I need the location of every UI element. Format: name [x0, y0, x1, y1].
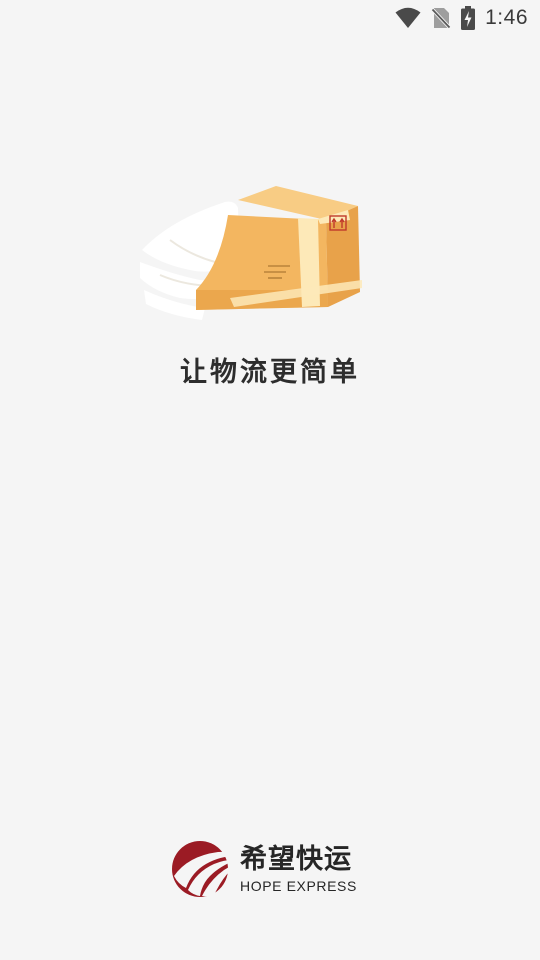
status-icons: 1:46: [395, 5, 528, 31]
status-bar: 1:46: [0, 0, 540, 36]
wifi-icon: [395, 7, 421, 29]
tagline: 让物流更简单: [180, 357, 360, 388]
splash-screen: 1:46 让物流更简单 希望快运 HOPE EXPRESS: [0, 0, 540, 960]
battery-charging-icon: [461, 6, 476, 30]
status-time: 1:46: [485, 6, 528, 29]
delivery-box-illustration: [130, 180, 370, 340]
no-sim-icon: [431, 6, 452, 30]
brand-text: 希望快运 HOPE EXPRESS: [240, 844, 357, 895]
brand-name-cn: 希望快运: [240, 843, 352, 875]
hope-express-logo: [172, 841, 236, 897]
brand-logo-block: 希望快运 HOPE EXPRESS: [166, 838, 357, 900]
brand-name-en: HOPE EXPRESS: [240, 877, 357, 894]
